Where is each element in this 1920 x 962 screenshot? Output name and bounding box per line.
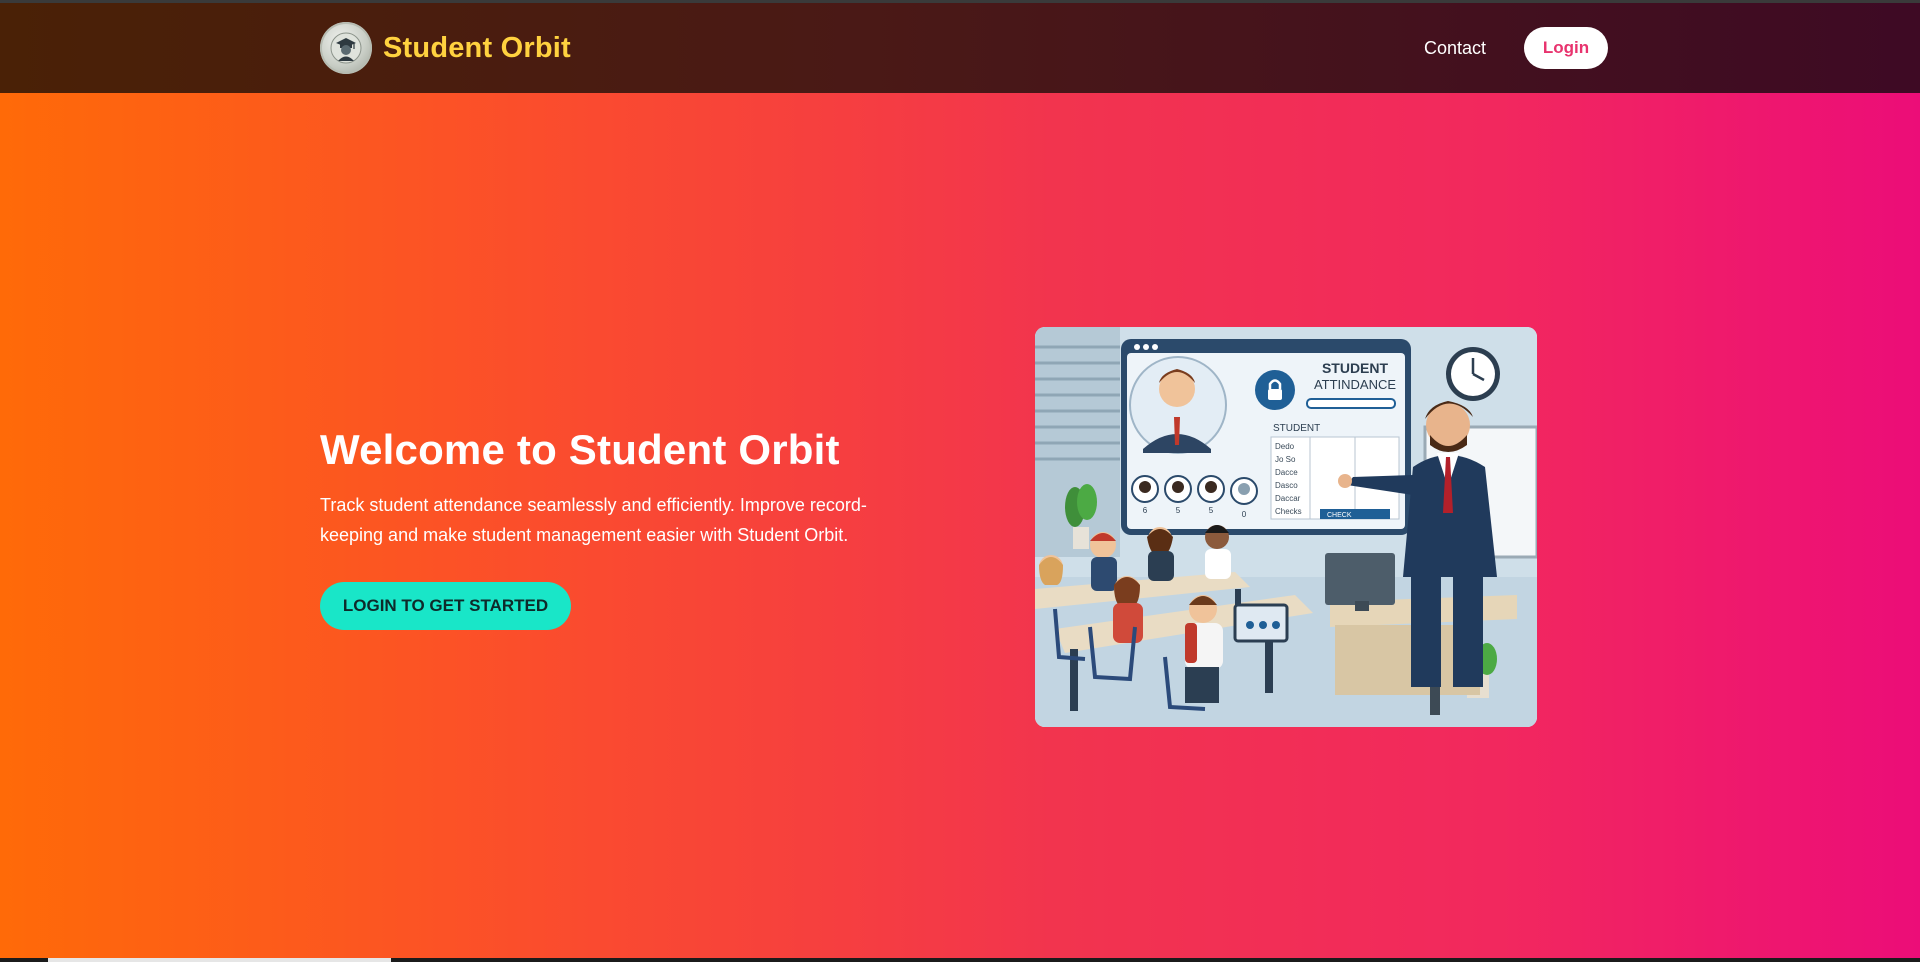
- avatar-number: 0: [1242, 510, 1247, 519]
- panel-row: Jo So: [1275, 455, 1296, 464]
- panel-row: Checks: [1275, 507, 1302, 516]
- nav-contact-link[interactable]: Contact: [1424, 38, 1486, 59]
- nav-login-button[interactable]: Login: [1524, 27, 1608, 69]
- brand-name: Student Orbit: [383, 31, 571, 64]
- hero-title: Welcome to Student Orbit: [320, 426, 840, 473]
- panel-check-button: CHECK: [1327, 512, 1352, 519]
- panel-title-line1: STUDENT: [1322, 360, 1389, 376]
- panel-row: Dedo: [1275, 442, 1295, 451]
- brand[interactable]: Student Orbit: [320, 22, 571, 74]
- login-to-get-started-button[interactable]: LOGIN TO GET STARTED: [320, 582, 571, 630]
- window-bottom-border: [0, 958, 1920, 962]
- graduate-logo-icon: [320, 22, 372, 74]
- panel-row: Dasco: [1275, 481, 1298, 490]
- panel-title-line2: ATTINDANCE: [1314, 377, 1396, 392]
- avatar-number: 6: [1143, 506, 1148, 515]
- avatar-number: 5: [1209, 506, 1214, 515]
- attendance-screen: STUDENT ATTINDANCE STUDENT Dedo Jo So Da…: [1121, 339, 1411, 535]
- hero-section: Welcome to Student Orbit Track student a…: [0, 93, 1920, 962]
- panel-row: Daccar: [1275, 494, 1301, 503]
- panel-table-header: STUDENT: [1273, 423, 1320, 434]
- hero-description: Track student attendance seamlessly and …: [320, 495, 867, 545]
- clock-icon: [1446, 347, 1500, 401]
- panel-row: Dacce: [1275, 468, 1298, 477]
- classroom-attendance-illustration: STUDENT ATTINDANCE STUDENT Dedo Jo So Da…: [1035, 327, 1537, 727]
- site-header: Student Orbit Contact Login: [0, 3, 1920, 93]
- avatar-number: 5: [1176, 506, 1181, 515]
